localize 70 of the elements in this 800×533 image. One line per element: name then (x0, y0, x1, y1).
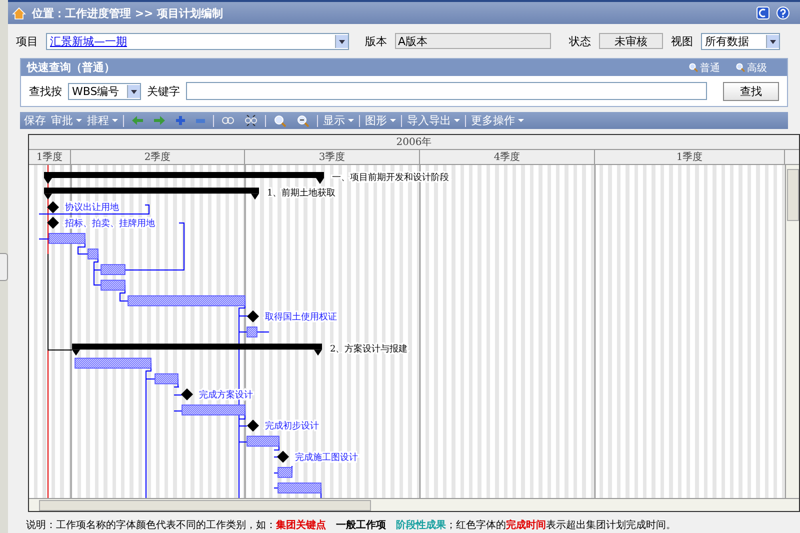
search-mode-link[interactable]: 高级 (747, 60, 767, 74)
link-icon[interactable] (222, 117, 234, 124)
milestone-diamond[interactable] (47, 201, 59, 214)
toolbar-button[interactable]: 排程 (87, 113, 118, 128)
find-by-label: 查找按 (29, 84, 62, 98)
help-icon[interactable] (776, 6, 790, 20)
panel-title: 快速查询（普通） (27, 60, 115, 75)
year-header: 2006年 (29, 135, 799, 150)
plus-icon[interactable] (176, 116, 185, 125)
task-bar[interactable] (246, 436, 280, 447)
project-label: 项目 (16, 34, 38, 48)
zoom-in-icon[interactable] (274, 114, 286, 126)
milestone-label: 完成施工图设计 (295, 452, 358, 463)
status-label: 状态 (569, 34, 591, 48)
search-button[interactable]: 查找 (723, 82, 779, 100)
task-bar[interactable] (88, 248, 98, 260)
task-bar[interactable] (278, 467, 292, 478)
quarter-header: 1季度 (29, 150, 71, 164)
summary-task-label: 一、项目前期开发和设计阶段 (332, 173, 449, 183)
milestone-label: 完成初步设计 (265, 422, 319, 432)
version-field: A版本 (395, 33, 551, 49)
quarter-header: 4季度 (420, 150, 595, 164)
search-icon (689, 63, 698, 72)
milestone-diamond[interactable] (277, 450, 289, 463)
home-icon[interactable] (12, 6, 26, 20)
task-bar[interactable] (246, 326, 258, 338)
toolbar-button[interactable]: 更多操作 (471, 113, 524, 128)
task-bar[interactable] (74, 358, 152, 369)
keyword-field[interactable] (186, 82, 707, 100)
status-field: 未审核 (599, 33, 663, 49)
milestone-diamond[interactable] (181, 388, 193, 400)
search-mode-link[interactable]: 普通 (700, 60, 720, 74)
milestone-diamond[interactable] (247, 420, 259, 432)
milestone-label: 招标、拍卖、挂牌用地 (65, 218, 155, 229)
vertical-scrollbar[interactable] (785, 165, 799, 498)
milestone-diamond[interactable] (247, 310, 259, 322)
toolbar-button[interactable]: 导入导出 (407, 113, 460, 128)
version-label: 版本 (365, 34, 387, 48)
task-bar[interactable] (278, 482, 322, 494)
toolbar-button[interactable]: 图形 (365, 113, 396, 128)
summary-task-label: 1、前期土地获取 (267, 188, 336, 199)
task-bar[interactable] (154, 373, 178, 384)
quarter-header: 2季度 (71, 150, 245, 164)
search-icon (736, 63, 745, 72)
task-bar[interactable] (100, 264, 126, 275)
milestone-label: 取得国土使用权证 (265, 312, 337, 322)
milestone-diamond[interactable] (47, 216, 59, 229)
find-by-select[interactable]: WBS编号 (68, 82, 141, 100)
breadcrumb: 位置：工作进度管理 >> 项目计划编制 (32, 6, 224, 20)
legend-text: 说明：工作项名称的字体颜色代表不同的工作类别，如：集团关键点 一般工作项 阶段性成果；红色字体的完成时间表示超出集团计划完成时间。 (26, 518, 677, 532)
toolbar-button[interactable]: 显示 (323, 113, 354, 128)
task-bar[interactable] (100, 280, 126, 291)
horizontal-scrollbar[interactable] (29, 498, 799, 511)
unlink-icon[interactable] (245, 115, 257, 126)
view-select[interactable]: 所有数据 (701, 32, 780, 50)
keyword-label: 关键字 (147, 84, 180, 98)
summary-task-label: 2、方案设计与报建 (330, 344, 408, 355)
summary-bar[interactable] (44, 188, 259, 200)
toolbar-button[interactable]: 保存 (24, 113, 46, 128)
milestone-label: 协议出让用地 (65, 203, 119, 214)
zoom-out-icon[interactable] (297, 114, 309, 126)
summary-bar[interactable] (72, 344, 322, 356)
toolbar-button[interactable]: 审批 (51, 113, 82, 128)
view-label: 视图 (671, 34, 693, 48)
quarter-header: 3季度 (245, 150, 420, 164)
project-select[interactable]: 汇景新城—一期 (46, 32, 349, 50)
summary-bar[interactable] (44, 172, 324, 184)
collapse-tab[interactable] (0, 252, 8, 280)
task-bar[interactable] (128, 295, 246, 306)
quarter-header: 1季度 (595, 150, 785, 164)
